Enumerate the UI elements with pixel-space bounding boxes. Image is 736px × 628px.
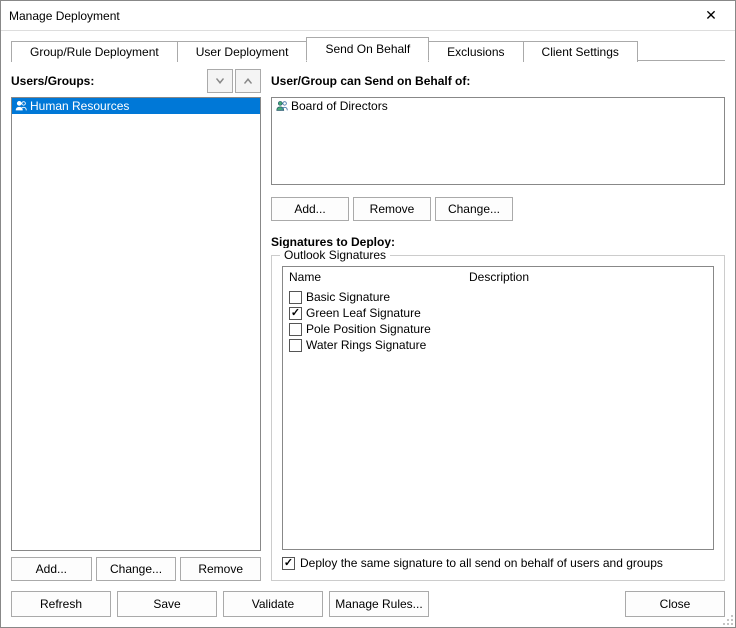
tab-user-deployment[interactable]: User Deployment bbox=[177, 41, 308, 62]
validate-button[interactable]: Validate bbox=[223, 591, 323, 617]
signature-name: Pole Position Signature bbox=[306, 322, 431, 336]
arrow-up-icon bbox=[242, 75, 254, 87]
users-groups-panel: Users/Groups: bbox=[11, 69, 261, 581]
tab-exclusions[interactable]: Exclusions bbox=[428, 41, 523, 62]
list-item[interactable]: Board of Directors bbox=[273, 99, 723, 113]
signature-name: Green Leaf Signature bbox=[306, 306, 421, 320]
fieldset-legend: Outlook Signatures bbox=[280, 248, 390, 262]
manage-deployment-window: Manage Deployment ✕ Group/Rule Deploymen… bbox=[0, 0, 736, 628]
refresh-button[interactable]: Refresh bbox=[11, 591, 111, 617]
move-up-button[interactable] bbox=[235, 69, 261, 93]
signatures-list[interactable]: Name Description Basic Signature Green L… bbox=[282, 266, 714, 550]
move-down-button[interactable] bbox=[207, 69, 233, 93]
list-item[interactable]: Human Resources bbox=[12, 98, 260, 114]
bottom-button-bar: Refresh Save Validate Manage Rules... Cl… bbox=[1, 585, 735, 627]
checkbox[interactable] bbox=[289, 291, 302, 304]
behalf-list[interactable]: Board of Directors bbox=[271, 97, 725, 185]
checkbox[interactable] bbox=[289, 339, 302, 352]
close-button[interactable]: Close bbox=[625, 591, 725, 617]
signature-row[interactable]: Basic Signature bbox=[289, 289, 707, 305]
change-user-button[interactable]: Change... bbox=[96, 557, 177, 581]
tabstrip: Group/Rule Deployment User Deployment Se… bbox=[11, 39, 725, 61]
content-area: Group/Rule Deployment User Deployment Se… bbox=[1, 31, 735, 585]
deploy-same-signature-label: Deploy the same signature to all send on… bbox=[300, 556, 663, 570]
behalf-header-label: User/Group can Send on Behalf of: bbox=[271, 74, 470, 88]
behalf-button-row: Add... Remove Change... bbox=[271, 197, 725, 221]
person-icon bbox=[14, 99, 28, 113]
signature-row[interactable]: Green Leaf Signature bbox=[289, 305, 707, 321]
signature-name: Water Rings Signature bbox=[306, 338, 426, 352]
reorder-buttons bbox=[207, 69, 261, 93]
column-name[interactable]: Name bbox=[289, 270, 469, 284]
add-user-button[interactable]: Add... bbox=[11, 557, 92, 581]
signature-row[interactable]: Pole Position Signature bbox=[289, 321, 707, 337]
list-item-label: Board of Directors bbox=[291, 99, 388, 113]
add-behalf-button[interactable]: Add... bbox=[271, 197, 349, 221]
signature-row[interactable]: Water Rings Signature bbox=[289, 337, 707, 353]
window-title: Manage Deployment bbox=[9, 9, 120, 23]
signatures-columns: Name Description bbox=[283, 267, 713, 287]
signatures-body: Basic Signature Green Leaf Signature Pol… bbox=[283, 287, 713, 549]
save-button[interactable]: Save bbox=[117, 591, 217, 617]
remove-user-button[interactable]: Remove bbox=[180, 557, 261, 581]
close-icon[interactable]: ✕ bbox=[691, 2, 731, 30]
person-icon bbox=[275, 99, 289, 113]
tab-send-on-behalf[interactable]: Send On Behalf bbox=[306, 37, 429, 61]
checkbox[interactable] bbox=[282, 557, 295, 570]
checkbox[interactable] bbox=[289, 307, 302, 320]
deploy-same-signature-row[interactable]: Deploy the same signature to all send on… bbox=[282, 556, 714, 570]
users-groups-label: Users/Groups: bbox=[11, 74, 94, 88]
users-groups-list[interactable]: Human Resources bbox=[11, 97, 261, 551]
checkbox[interactable] bbox=[289, 323, 302, 336]
outlook-signatures-fieldset: Outlook Signatures Name Description Basi… bbox=[271, 255, 725, 581]
tab-content: Users/Groups: bbox=[11, 61, 725, 581]
send-on-behalf-panel: User/Group can Send on Behalf of: Board … bbox=[271, 69, 725, 581]
list-item-label: Human Resources bbox=[30, 99, 129, 113]
behalf-header-row: User/Group can Send on Behalf of: bbox=[271, 69, 725, 93]
titlebar: Manage Deployment ✕ bbox=[1, 1, 735, 31]
tab-client-settings[interactable]: Client Settings bbox=[523, 41, 638, 62]
signature-name: Basic Signature bbox=[306, 290, 390, 304]
manage-rules-button[interactable]: Manage Rules... bbox=[329, 591, 429, 617]
column-description[interactable]: Description bbox=[469, 270, 707, 284]
users-groups-button-row: Add... Change... Remove bbox=[11, 557, 261, 581]
remove-behalf-button[interactable]: Remove bbox=[353, 197, 431, 221]
change-behalf-button[interactable]: Change... bbox=[435, 197, 513, 221]
arrow-down-icon bbox=[214, 75, 226, 87]
tab-group-rule-deployment[interactable]: Group/Rule Deployment bbox=[11, 41, 178, 62]
signatures-header: Signatures to Deploy: bbox=[271, 235, 725, 249]
users-groups-header-row: Users/Groups: bbox=[11, 69, 261, 93]
